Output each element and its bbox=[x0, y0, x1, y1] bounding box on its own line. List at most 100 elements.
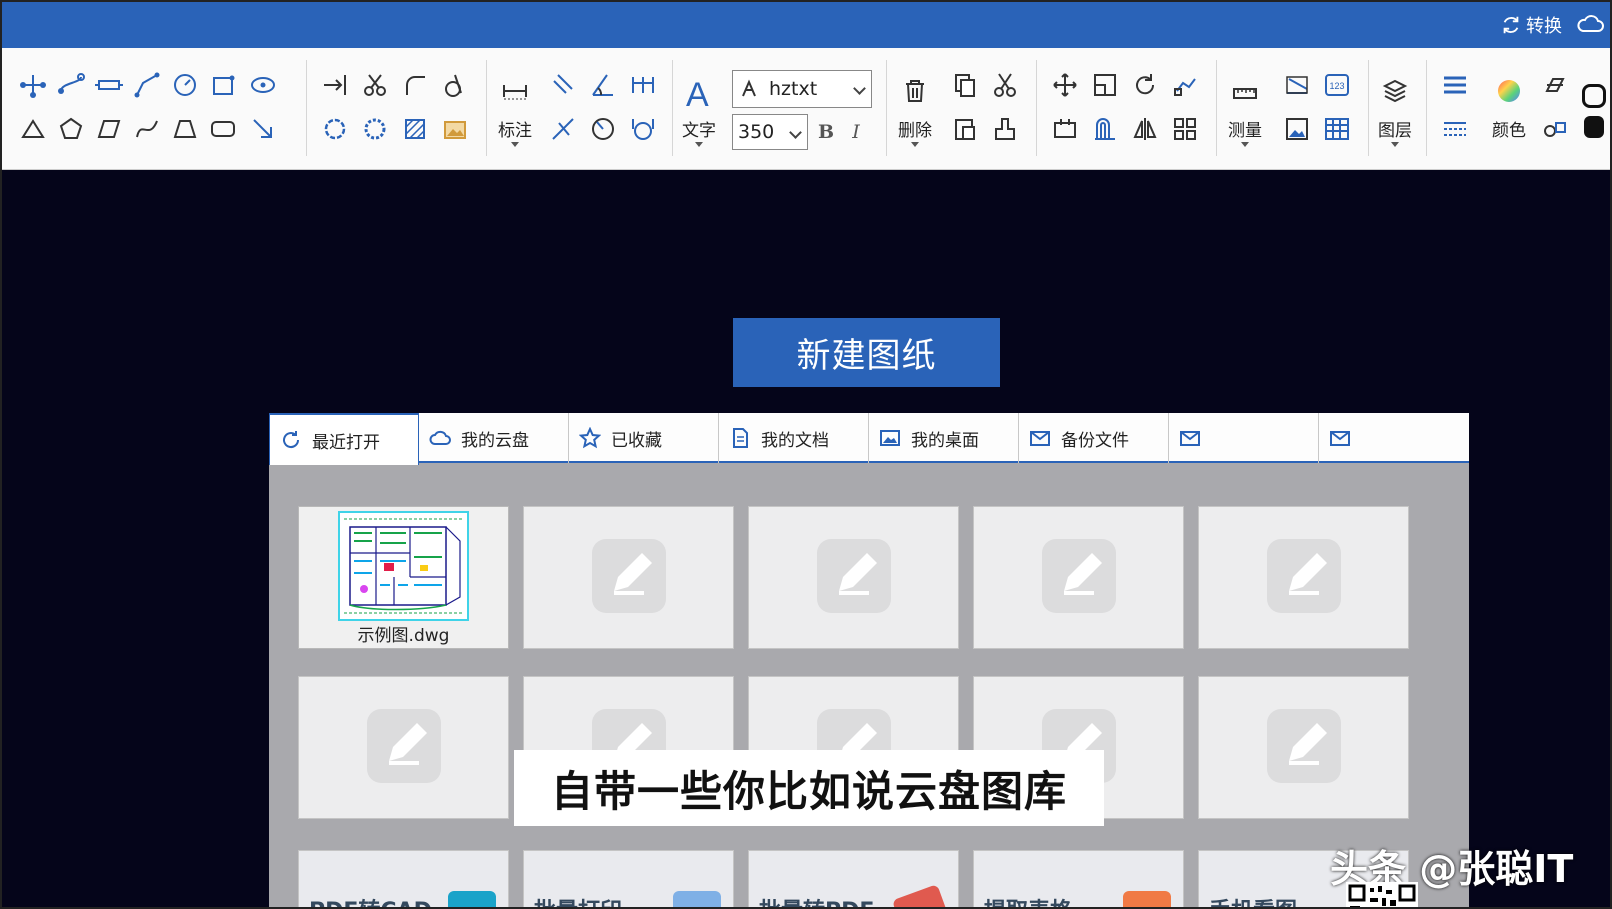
layer-dropdown-icon[interactable] bbox=[1391, 142, 1399, 147]
radius-dimension-icon[interactable] bbox=[546, 112, 580, 146]
tab-backup[interactable]: 备份文件 bbox=[1019, 413, 1169, 463]
angle-dimension-icon[interactable] bbox=[586, 68, 620, 102]
feature-label: PDF转CAD bbox=[309, 893, 432, 907]
layers-icon[interactable] bbox=[1378, 74, 1412, 108]
measure-label[interactable]: 测量 bbox=[1220, 116, 1270, 141]
empty-file-slot bbox=[298, 676, 509, 819]
tab-recent[interactable]: 最近打开 bbox=[269, 413, 419, 465]
delete-label[interactable]: 删除 bbox=[890, 116, 940, 141]
stretch-icon[interactable] bbox=[1048, 112, 1082, 146]
file-tabs: 最近打开 我的云盘 已收藏 我的文档 我的桌面 备份文件 bbox=[269, 413, 1469, 465]
feature-card-batch-to-pdf[interactable]: 批量转PDF bbox=[748, 850, 959, 907]
file-card-example[interactable]: 示例图.dwg bbox=[298, 506, 509, 649]
chevron-down-icon bbox=[853, 82, 866, 95]
feature-label: 手机看图 bbox=[1209, 893, 1297, 907]
tab-extra-2[interactable] bbox=[1319, 413, 1469, 463]
edit-placeholder-icon bbox=[817, 539, 891, 613]
fill-color-swatch[interactable] bbox=[1584, 116, 1604, 138]
number-icon[interactable]: 123 bbox=[1320, 68, 1354, 102]
ellipse-tool-icon[interactable] bbox=[246, 68, 280, 102]
arc-tool-icon[interactable] bbox=[130, 68, 164, 102]
polyline-tool-icon[interactable] bbox=[16, 68, 50, 102]
shape-outline-icon[interactable] bbox=[1582, 84, 1606, 108]
text-tool-icon[interactable]: A bbox=[686, 76, 709, 115]
area-icon[interactable] bbox=[1280, 68, 1314, 102]
dimension-icon[interactable] bbox=[498, 74, 532, 108]
image-tool-icon[interactable] bbox=[1280, 112, 1314, 146]
cloud-icon[interactable] bbox=[1576, 12, 1604, 36]
rounded-rect-tool-icon[interactable] bbox=[206, 112, 240, 146]
feature-card-extract-table[interactable]: 提取表格 bbox=[973, 850, 1184, 907]
font-select[interactable]: hztxt bbox=[732, 70, 872, 108]
match-properties-icon[interactable] bbox=[988, 112, 1022, 146]
array-icon[interactable] bbox=[1168, 68, 1202, 102]
tab-cloud[interactable]: 我的云盘 bbox=[419, 413, 569, 463]
curve-tool-icon[interactable] bbox=[130, 112, 164, 146]
tab-favorites[interactable]: 已收藏 bbox=[569, 413, 719, 463]
aligned-dimension-icon[interactable] bbox=[546, 68, 580, 102]
move-icon[interactable] bbox=[1048, 68, 1082, 102]
hatch-tool-icon[interactable] bbox=[398, 112, 432, 146]
bold-button[interactable]: B bbox=[812, 116, 840, 148]
triangle-tool-icon[interactable] bbox=[16, 112, 50, 146]
color-wheel-icon[interactable] bbox=[1492, 74, 1526, 108]
diameter-dimension-icon[interactable] bbox=[586, 112, 620, 146]
font-size-select[interactable]: 350 bbox=[732, 114, 808, 150]
text-dropdown-icon[interactable] bbox=[695, 142, 703, 147]
rotate-icon[interactable] bbox=[1128, 68, 1162, 102]
convert-button[interactable]: 转换 bbox=[1500, 12, 1562, 38]
scale-icon[interactable] bbox=[1088, 68, 1122, 102]
extend-tool-icon[interactable] bbox=[318, 68, 352, 102]
grid-array-icon[interactable] bbox=[1168, 112, 1202, 146]
delete-dropdown-icon[interactable] bbox=[911, 142, 919, 147]
trapezoid-tool-icon[interactable] bbox=[168, 112, 202, 146]
mail-icon bbox=[1030, 431, 1050, 446]
paste-icon[interactable] bbox=[948, 112, 982, 146]
feature-card-batch-print[interactable]: 批量打印 bbox=[523, 850, 734, 907]
ruler-icon[interactable] bbox=[1228, 74, 1262, 108]
title-bar: 转换 bbox=[2, 2, 1610, 48]
linetype-icon[interactable] bbox=[1438, 112, 1472, 146]
table-icon[interactable] bbox=[1320, 112, 1354, 146]
batch-to-pdf-icon bbox=[891, 884, 953, 907]
circle-tool-icon[interactable] bbox=[168, 68, 202, 102]
edit-placeholder-icon bbox=[1042, 539, 1116, 613]
insert-image-icon[interactable] bbox=[438, 112, 472, 146]
leader-dimension-icon[interactable] bbox=[626, 112, 660, 146]
polygon-cloud-icon[interactable] bbox=[318, 112, 352, 146]
trash-icon[interactable] bbox=[898, 74, 932, 108]
new-drawing-button[interactable]: 新建图纸 bbox=[733, 318, 1000, 387]
arrow-tool-icon[interactable] bbox=[246, 112, 280, 146]
tab-desktop[interactable]: 我的桌面 bbox=[869, 413, 1019, 463]
color-label[interactable]: 颜色 bbox=[1484, 116, 1534, 141]
copy-icon[interactable] bbox=[948, 68, 982, 102]
annotate-dropdown-icon[interactable] bbox=[511, 142, 519, 147]
italic-button[interactable]: I bbox=[842, 116, 870, 148]
chamfer-tool-icon[interactable] bbox=[438, 68, 472, 102]
fillet-tool-icon[interactable] bbox=[398, 68, 432, 102]
line-tool-icon[interactable] bbox=[92, 68, 126, 102]
offset-icon[interactable] bbox=[1088, 112, 1122, 146]
revision-cloud-icon[interactable] bbox=[358, 112, 392, 146]
file-name: 示例图.dwg bbox=[357, 626, 450, 646]
continuous-dimension-icon[interactable] bbox=[626, 68, 660, 102]
feature-card-pdf-to-cad[interactable]: PDF转CAD bbox=[298, 850, 509, 907]
tab-documents[interactable]: 我的文档 bbox=[719, 413, 869, 463]
text-label[interactable]: 文字 bbox=[674, 116, 724, 141]
rectangle-tool-icon[interactable] bbox=[206, 68, 240, 102]
tab-extra-1[interactable] bbox=[1169, 413, 1319, 463]
cut-icon[interactable] bbox=[988, 68, 1022, 102]
trim-tool-icon[interactable] bbox=[358, 68, 392, 102]
separator bbox=[1368, 60, 1369, 156]
layer-label[interactable]: 图层 bbox=[1370, 116, 1420, 141]
separator bbox=[1036, 60, 1037, 156]
transparency-icon[interactable] bbox=[1538, 68, 1572, 102]
lineweight-icon[interactable] bbox=[1438, 68, 1472, 102]
block-icon[interactable] bbox=[1538, 112, 1572, 146]
mirror-icon[interactable] bbox=[1128, 112, 1162, 146]
pentagon-tool-icon[interactable] bbox=[54, 112, 88, 146]
annotate-label[interactable]: 标注 bbox=[490, 116, 540, 141]
measure-dropdown-icon[interactable] bbox=[1241, 142, 1249, 147]
parallelogram-tool-icon[interactable] bbox=[92, 112, 126, 146]
spline-tool-icon[interactable] bbox=[54, 68, 88, 102]
